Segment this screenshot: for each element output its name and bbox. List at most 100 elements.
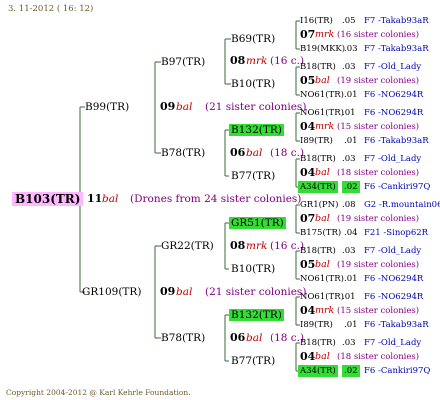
sire-top-b-bot-value: .01 xyxy=(344,90,358,100)
dam-top-drone-number: 08 xyxy=(230,239,246,252)
dam-top-b-drone-number: 05 xyxy=(300,258,316,271)
dam-top-a-drone-kind: bal xyxy=(315,213,330,224)
sire-top-drone-note: (16 c.) xyxy=(270,55,305,67)
sire-top-b-queen: B10(TR) xyxy=(231,78,276,90)
sire-bot-a-queen: B132(TR) xyxy=(229,124,284,136)
dam-top-b-top-ref: F7 -Old_Lady xyxy=(364,246,422,256)
dam-bot-a-drone-note: (15 sister colonies) xyxy=(337,306,420,316)
dam-bot-b-bot-queen: A34(TR) xyxy=(298,365,338,377)
dam-bot-b-queen: B77(TR) xyxy=(231,355,276,367)
dam-top-queen: GR22(TR) xyxy=(161,240,214,252)
root-drone-number: 11 xyxy=(87,192,103,205)
sire-top-b-top-ref: F7 -Old_Lady xyxy=(364,62,422,72)
sire-bot-a-top-ref: F6 -NO6294R xyxy=(364,108,424,118)
sire-top-a-drone-number: 07 xyxy=(300,28,316,41)
dam-bot-a-bot-ref: F6 -Takab93aR xyxy=(364,320,429,330)
dam-bot-b-top-queen: B18(TR) xyxy=(300,338,336,348)
dam-bot-b-bot-ref: F6 -Cankiri97Q xyxy=(364,366,431,376)
sire-bot-drone-note: (18 c.) xyxy=(270,147,305,159)
sire-top-a-top-ref: F7 -Takab93aR xyxy=(364,16,429,26)
footer-copyright: Copyright 2004-2012 @ Karl Kehrle Founda… xyxy=(6,388,191,397)
dam-top-b-drone-kind: bal xyxy=(315,259,330,270)
sire-top-a-bot-value: .03 xyxy=(344,44,358,54)
root-drone-note: (Drones from 24 sister colonies) xyxy=(130,193,302,205)
dam-top-b-bot-queen: NO61(TR) xyxy=(300,274,344,284)
dam-top-b-top-queen: B18(TR) xyxy=(300,246,336,256)
dam-bot-b-top-ref: F7 -Old_Lady xyxy=(364,338,422,348)
dam-bot-b-top-value: .03 xyxy=(342,338,356,348)
sire-bot-queen: B78(TR) xyxy=(161,147,206,159)
sire-bot-a-top-value: .01 xyxy=(342,108,356,118)
sire-top-b-bot-ref: F6 -NO6294R xyxy=(364,90,424,100)
sire-bot-b-top-queen: B18(TR) xyxy=(300,154,336,164)
dam-bot-a-drone-kind: mrk xyxy=(315,305,335,316)
dam-top-drone-kind: mrk xyxy=(246,240,268,252)
dam-top-b-bot-ref: F6 -NO6294R xyxy=(364,274,424,284)
root-queen: B103(TR) xyxy=(12,192,84,206)
sire-top-b-top-value: .03 xyxy=(342,62,356,72)
dam-top-b-drone-note: (19 sister colonies) xyxy=(337,260,420,270)
dam-bot-a-top-ref: F6 -NO6294R xyxy=(364,292,424,302)
dam-top-a-top-value: .08 xyxy=(342,200,356,210)
sire-bot-a-bot-ref: F6 -Takab93aR xyxy=(364,136,429,146)
sire-drone-note: (21 sister colonies) xyxy=(205,101,307,113)
sire-top-b-drone-note: (19 sister colonies) xyxy=(337,76,420,86)
sire-bot-b-top-ref: F7 -Old_Lady xyxy=(364,154,422,164)
dam-top-a-queen: GR51(TR) xyxy=(229,217,286,229)
dam-top-a-bot-value: .04 xyxy=(344,228,358,238)
dam-top-drone-note: (16 c.) xyxy=(270,240,305,252)
sire-top-drone-kind: mrk xyxy=(246,55,268,67)
sire-bot-a-drone-number: 04 xyxy=(300,120,316,133)
sire-top-a-top-value: .05 xyxy=(342,16,356,26)
sire-bot-b-bot-ref: F6 -Cankiri97Q xyxy=(364,182,431,192)
sire-top-a-drone-kind: mrk xyxy=(315,29,335,40)
sire-bot-a-top-queen: NO61(TR) xyxy=(300,108,344,118)
sire-top-drone-number: 08 xyxy=(230,54,246,67)
dam-top-a-top-queen: GR1(PN) xyxy=(300,200,339,210)
sire-bot-b-bot-queen: A34(TR) xyxy=(298,181,338,193)
dam-drone-note: (21 sister colonies) xyxy=(205,286,307,298)
dam-top-a-top-ref: G2 -R.mountain06Q xyxy=(364,200,440,210)
dam-top-a-bot-queen: B175(TR) xyxy=(300,228,342,238)
sire-top-queen: B97(TR) xyxy=(161,56,206,68)
sire-bot-drone-kind: bal xyxy=(246,147,263,159)
sire-bot-b-queen: B77(TR) xyxy=(231,170,276,182)
dam-bot-a-queen: B132(TR) xyxy=(229,309,284,321)
pedigree-chart: { "header_date": "3. 11-2012 ( 16: 12)",… xyxy=(0,0,440,400)
sire-drone-number: 09 xyxy=(160,100,176,113)
dam-top-a-drone-number: 07 xyxy=(300,212,316,225)
sire-bot-drone-number: 06 xyxy=(230,146,246,159)
sire-top-a-bot-ref: F7 -Takab93aR xyxy=(364,44,429,54)
sire-bot-b-drone-number: 04 xyxy=(300,166,316,179)
sire-bot-a-drone-kind: mrk xyxy=(315,121,335,132)
dam-bot-queen: B78(TR) xyxy=(161,332,206,344)
sire-top-a-drone-note: (16 sister colonies) xyxy=(337,30,420,40)
sire-top-a-top-queen: I16(TR) xyxy=(300,16,333,26)
sire-bot-b-drone-note: (18 sister colonies) xyxy=(337,168,420,178)
dam-top-a-drone-note: (19 sister colonies) xyxy=(337,214,420,224)
dam-top-b-top-value: .03 xyxy=(342,246,356,256)
dam-bot-b-drone-number: 04 xyxy=(300,350,316,363)
sire-bot-b-drone-kind: bal xyxy=(315,167,330,178)
dam-bot-drone-kind: bal xyxy=(246,332,263,344)
dam-bot-b-bot-value: .02 xyxy=(342,365,360,377)
dam-bot-a-bot-value: .01 xyxy=(344,320,358,330)
sire-bot-b-top-value: .03 xyxy=(342,154,356,164)
dam-queen: GR109(TR) xyxy=(82,286,142,298)
dam-bot-a-bot-queen: I89(TR) xyxy=(300,320,333,330)
sire-drone-kind: bal xyxy=(176,101,193,113)
dam-drone-number: 09 xyxy=(160,285,176,298)
sire-bot-b-bot-value: .02 xyxy=(342,181,360,193)
sire-top-a-bot-queen: B19(MKK) xyxy=(300,44,346,54)
sire-top-b-drone-number: 05 xyxy=(300,74,316,87)
dam-top-b-bot-value: .01 xyxy=(344,274,358,284)
sire-bot-a-bot-value: .01 xyxy=(344,136,358,146)
dam-top-a-bot-ref: F21 -Sinop62R xyxy=(364,228,429,238)
sire-top-a-queen: B69(TR) xyxy=(231,33,276,45)
root-drone-kind: bal xyxy=(102,193,119,205)
dam-bot-a-drone-number: 04 xyxy=(300,304,316,317)
dam-bot-drone-number: 06 xyxy=(230,331,246,344)
dam-drone-kind: bal xyxy=(176,286,193,298)
dam-bot-b-drone-kind: bal xyxy=(315,351,330,362)
sire-bot-a-drone-note: (15 sister colonies) xyxy=(337,122,420,132)
